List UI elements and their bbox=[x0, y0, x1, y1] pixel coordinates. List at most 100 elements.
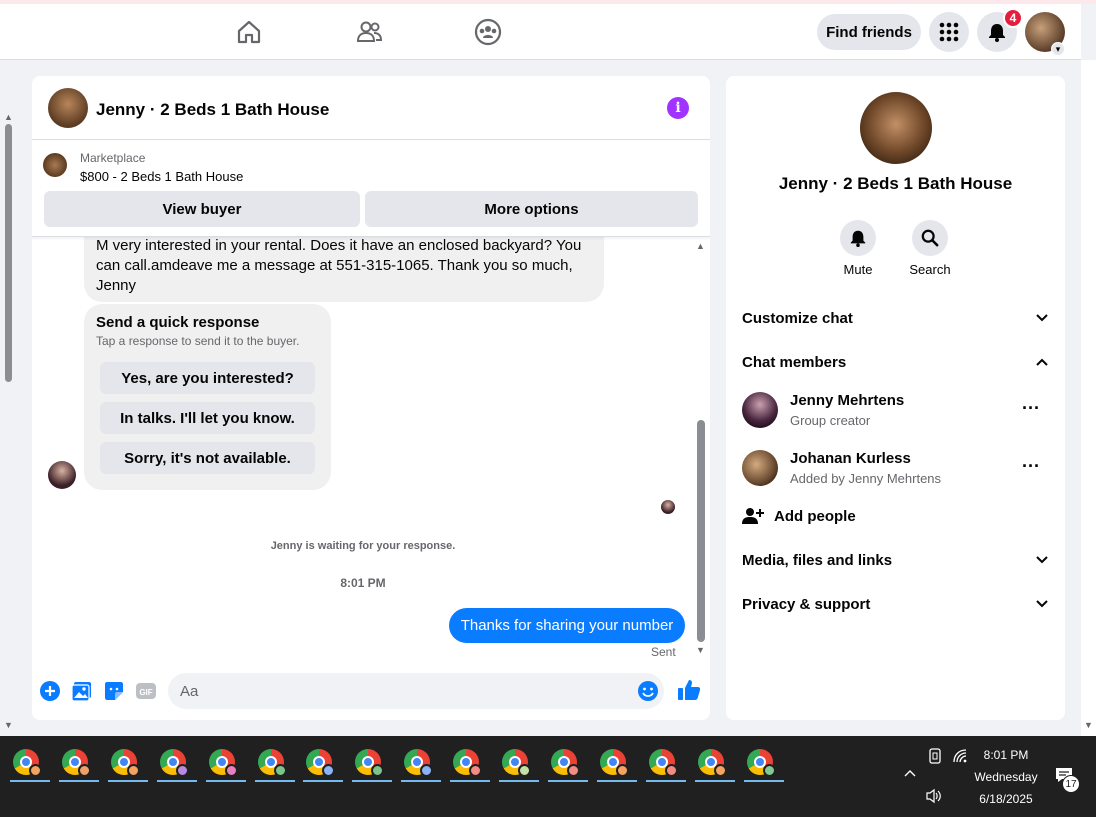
member-avatar[interactable] bbox=[742, 392, 778, 428]
chat-info-panel: Jenny · 2 Beds 1 Bath House Mute Search … bbox=[726, 76, 1065, 720]
media-files-links-row[interactable]: Media, files and links bbox=[742, 545, 1049, 575]
search-button[interactable] bbox=[912, 220, 948, 256]
chevron-up-icon[interactable] bbox=[903, 766, 917, 781]
gif-icon[interactable]: GIF bbox=[135, 680, 157, 702]
sticker-icon[interactable] bbox=[103, 680, 125, 702]
volume-icon[interactable] bbox=[925, 788, 943, 807]
message-timestamp: 8:01 PM bbox=[340, 576, 386, 590]
member-avatar[interactable] bbox=[742, 450, 778, 486]
profile-badge-icon bbox=[273, 764, 287, 777]
chat-panel: Jenny · 2 Beds 1 Bath House i Marketplac… bbox=[32, 76, 710, 720]
taskbar-browser-window[interactable] bbox=[153, 742, 197, 782]
chat-profile-avatar[interactable] bbox=[860, 92, 932, 164]
more-options-button[interactable]: More options bbox=[365, 191, 698, 227]
sender-avatar[interactable] bbox=[48, 461, 76, 489]
taskbar-browser-window[interactable] bbox=[104, 742, 148, 782]
taskbar-browser-window[interactable] bbox=[251, 742, 295, 782]
view-buyer-button[interactable]: View buyer bbox=[44, 191, 360, 227]
device-icon[interactable] bbox=[928, 748, 942, 767]
clock-day[interactable]: Wednesday bbox=[970, 770, 1042, 784]
running-indicator bbox=[10, 780, 50, 782]
chat-scrollbar-thumb[interactable] bbox=[697, 420, 705, 642]
menu-grid-icon[interactable] bbox=[929, 12, 969, 52]
taskbar-browser-window[interactable] bbox=[495, 742, 539, 782]
add-people-button[interactable]: Add people bbox=[742, 504, 856, 528]
profile-badge-icon bbox=[224, 764, 238, 777]
outgoing-message-bubble: Thanks for sharing your number bbox=[449, 608, 685, 643]
privacy-support-label: Privacy & support bbox=[742, 595, 871, 613]
quick-response-subtitle: Tap a response to send it to the buyer. bbox=[96, 334, 300, 348]
right-scroll-down-icon[interactable]: ▼ bbox=[1084, 720, 1093, 730]
chat-avatar[interactable] bbox=[48, 88, 88, 128]
taskbar-browser-window[interactable] bbox=[397, 742, 442, 782]
photo-icon[interactable] bbox=[71, 680, 93, 702]
customize-chat-row[interactable]: Customize chat bbox=[742, 303, 1049, 333]
chevron-down-icon[interactable]: ▾ bbox=[1051, 42, 1065, 56]
profile-badge-icon bbox=[566, 764, 580, 777]
taskbar-browser-window[interactable] bbox=[6, 742, 50, 782]
taskbar-browser-window[interactable] bbox=[642, 742, 686, 782]
taskbar-browser-window[interactable] bbox=[202, 742, 246, 782]
chevron-down-icon bbox=[1036, 556, 1048, 564]
chat-scroll-down-icon[interactable]: ▼ bbox=[696, 645, 705, 655]
taskbar-browser-window[interactable] bbox=[55, 742, 99, 782]
member-name[interactable]: Johanan Kurless bbox=[790, 450, 911, 467]
search-icon bbox=[921, 229, 939, 247]
groups-icon[interactable] bbox=[472, 16, 504, 48]
quick-response-option[interactable]: Sorry, it's not available. bbox=[100, 442, 315, 474]
taskbar-browser-window[interactable] bbox=[740, 742, 784, 782]
bell-icon bbox=[850, 230, 866, 247]
notification-center-count: 17 bbox=[1062, 775, 1080, 793]
info-title: Jenny · 2 Beds 1 Bath House bbox=[778, 174, 1013, 193]
page-scroll-up-icon[interactable]: ▲ bbox=[4, 112, 13, 122]
emoji-icon[interactable] bbox=[637, 680, 659, 702]
more-options-icon[interactable]: ··· bbox=[1017, 399, 1045, 422]
clock-time[interactable]: 8:01 PM bbox=[970, 748, 1042, 762]
mute-label: Mute bbox=[843, 262, 873, 277]
profile-badge-icon bbox=[420, 764, 434, 777]
listing-thumbnail[interactable] bbox=[43, 153, 67, 177]
message-input[interactable] bbox=[168, 673, 664, 709]
taskbar-browser-window[interactable] bbox=[544, 742, 588, 782]
info-icon[interactable]: i bbox=[667, 97, 689, 119]
running-indicator bbox=[547, 780, 588, 782]
profile-badge-icon bbox=[762, 764, 776, 777]
sent-status: Sent bbox=[651, 645, 676, 659]
marketplace-label: Marketplace bbox=[80, 151, 146, 165]
profile-badge-icon bbox=[469, 764, 483, 777]
incoming-message-text: M very interested in your rental. Does i… bbox=[96, 237, 582, 294]
member-name[interactable]: Jenny Mehrtens bbox=[790, 392, 904, 409]
taskbar-browser-window[interactable] bbox=[446, 742, 491, 782]
taskbar-browser-window[interactable] bbox=[691, 742, 735, 782]
find-friends-button[interactable]: Find friends bbox=[817, 14, 921, 50]
page-scroll-down-icon[interactable]: ▼ bbox=[4, 720, 13, 730]
running-indicator bbox=[450, 780, 491, 782]
profile-badge-icon bbox=[322, 764, 336, 777]
right-scrollbar-track[interactable] bbox=[1081, 60, 1096, 736]
more-options-icon[interactable]: ··· bbox=[1017, 457, 1045, 480]
running-indicator bbox=[303, 780, 344, 782]
plus-circle-icon[interactable] bbox=[39, 680, 61, 702]
mute-button[interactable] bbox=[840, 220, 876, 256]
chat-title[interactable]: Jenny · 2 Beds 1 Bath House bbox=[96, 100, 329, 120]
privacy-support-row[interactable]: Privacy & support bbox=[742, 589, 1049, 619]
quick-response-option[interactable]: Yes, are you interested? bbox=[100, 362, 315, 394]
profile-badge-icon bbox=[29, 764, 42, 777]
chat-members-row[interactable]: Chat members bbox=[742, 347, 1049, 377]
quick-response-option[interactable]: In talks. I'll let you know. bbox=[100, 402, 315, 434]
listing-title[interactable]: $800 - 2 Beds 1 Bath House bbox=[80, 169, 243, 184]
search-label: Search bbox=[909, 262, 951, 277]
home-icon[interactable] bbox=[233, 16, 265, 48]
running-indicator bbox=[499, 780, 539, 782]
wifi-icon[interactable] bbox=[952, 748, 968, 767]
thumbs-up-icon[interactable] bbox=[677, 678, 701, 702]
chat-scroll-up-icon[interactable]: ▲ bbox=[696, 241, 705, 251]
clock-date[interactable]: 6/18/2025 bbox=[970, 792, 1042, 806]
profile-badge-icon bbox=[664, 764, 678, 777]
page-scrollbar-thumb[interactable] bbox=[5, 124, 12, 382]
friends-icon[interactable] bbox=[353, 16, 385, 48]
taskbar-browser-window[interactable] bbox=[299, 742, 344, 782]
taskbar-browser-window[interactable] bbox=[348, 742, 393, 782]
taskbar-browser-window[interactable] bbox=[593, 742, 637, 782]
running-indicator bbox=[645, 780, 686, 782]
